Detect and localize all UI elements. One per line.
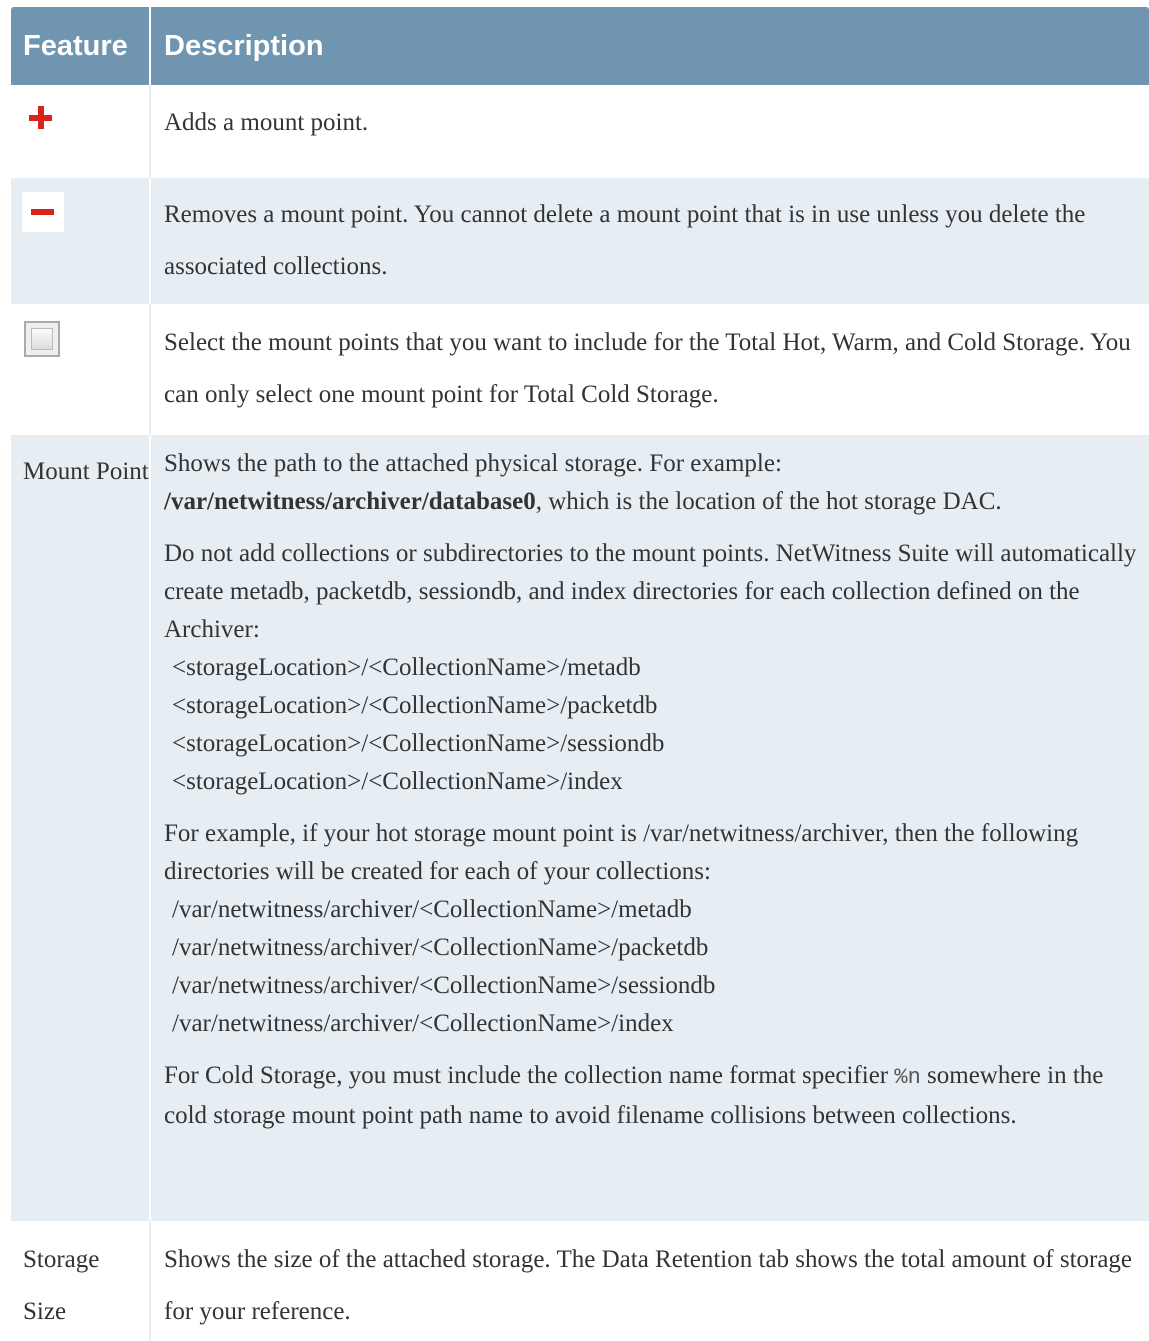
minus-icon[interactable] — [22, 192, 64, 232]
path-line: <storageLocation>/<CollectionName>/metad… — [172, 654, 641, 681]
description-cell: Select the mount points that you want to… — [164, 329, 1131, 408]
path-line: /var/netwitness/archiver/<CollectionName… — [172, 1010, 674, 1037]
feature-label: Storage Size — [11, 1234, 149, 1338]
path-bold: /var/netwitness/archiver/database0 — [164, 488, 536, 515]
table-row-storage-size: Storage Size Shows the size of the attac… — [11, 1221, 1149, 1341]
description-cell: Adds a mount point. — [164, 109, 369, 136]
paragraph: Do not add collections or subdirectories… — [164, 535, 1149, 801]
description-cell: Removes a mount point. You cannot delete… — [164, 201, 1086, 280]
path-line: /var/netwitness/archiver/<CollectionName… — [172, 972, 716, 999]
text: Do not add collections or subdirectories… — [164, 540, 1137, 643]
description-cell: Shows the size of the attached storage. … — [164, 1246, 1133, 1325]
feature-label: Mount Point — [23, 458, 149, 485]
checkbox-icon[interactable] — [24, 321, 60, 357]
feature-label-line: Storage — [23, 1246, 100, 1273]
feature-cell: Storage Size — [11, 1221, 151, 1341]
feature-cell: Mount Point — [11, 435, 151, 1221]
paragraph: For Cold Storage, you must include the c… — [164, 1057, 1149, 1135]
paragraph: Shows the path to the attached physical … — [164, 445, 1149, 521]
feature-label-line: Size — [23, 1298, 67, 1325]
table-row-select: Select the mount points that you want to… — [11, 304, 1149, 435]
text: For Cold Storage, you must include the c… — [164, 1062, 889, 1089]
feature-table: Feature Description Adds a mount point. … — [11, 7, 1149, 1341]
path-line: /var/netwitness/archiver/<CollectionName… — [172, 934, 709, 961]
table-header: Feature Description — [11, 7, 1149, 85]
feature-cell — [11, 304, 151, 435]
plus-icon[interactable] — [22, 98, 64, 138]
paragraph: For example, if your hot storage mount p… — [164, 815, 1149, 1043]
table-row-remove: Removes a mount point. You cannot delete… — [11, 178, 1149, 304]
table-row-add: Adds a mount point. — [11, 85, 1149, 178]
header-feature: Feature — [11, 7, 151, 85]
format-specifier-code: %n — [894, 1065, 921, 1090]
feature-cell — [11, 178, 151, 304]
table-row-mount-point: Mount Point Shows the path to the attach… — [11, 435, 1149, 1221]
header-description: Description — [164, 29, 324, 62]
path-line: <storageLocation>/<CollectionName>/index — [172, 768, 623, 795]
text: , which is the location of the hot stora… — [535, 488, 1002, 515]
feature-cell — [11, 85, 151, 178]
text: For example, if your hot storage mount p… — [164, 820, 1079, 885]
description-cell: Shows the path to the attached physical … — [151, 435, 1149, 1221]
path-line: <storageLocation>/<CollectionName>/sessi… — [172, 730, 665, 757]
text: Shows the path to the attached physical … — [164, 450, 782, 477]
path-line: <storageLocation>/<CollectionName>/packe… — [172, 692, 658, 719]
path-line: /var/netwitness/archiver/<CollectionName… — [172, 896, 692, 923]
